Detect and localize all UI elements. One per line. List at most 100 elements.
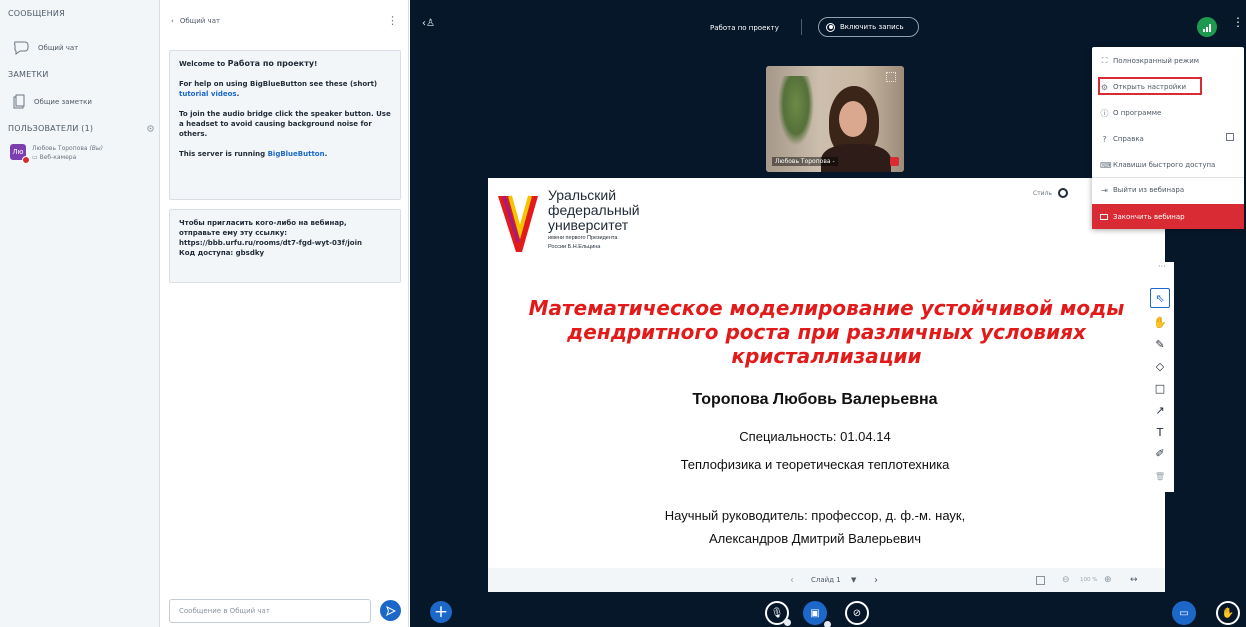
video-button[interactable]: ▣ [803, 601, 831, 627]
next-slide-icon[interactable]: › [874, 575, 878, 586]
avatar-initials: Лю [12, 148, 24, 156]
invite-message: Чтобы пригласить кого-либо на вебинар, о… [169, 209, 401, 283]
menu-settings-label: Открыть настройки [1113, 83, 1187, 91]
screenshare-off-icon: ⊘ [852, 607, 862, 619]
send-button[interactable] [380, 600, 401, 621]
university-line-3: университет [548, 217, 629, 233]
gear-icon: ⚙ [1100, 82, 1109, 92]
sidebar-item-public-chat[interactable]: Общий чат [12, 40, 78, 56]
notes-section-title: ЗАМЕТКИ [8, 70, 49, 79]
external-link-icon [1226, 133, 1234, 141]
audio-settings-dot[interactable] [784, 619, 791, 626]
hand-icon: ✋ [1221, 607, 1235, 619]
logout-icon: ⇥ [1101, 185, 1108, 195]
invite-code: Код доступа: gbsdky [179, 249, 265, 257]
help-icon: ? [1102, 134, 1107, 144]
style-picker[interactable]: Стиль [1023, 182, 1083, 204]
chat-bubble-icon [14, 41, 29, 55]
muted-mic-icon [22, 156, 30, 164]
menu-about-label: О программе [1113, 109, 1162, 117]
user-name: Любовь Торопова [32, 145, 88, 152]
text-tool-icon[interactable]: T [1150, 422, 1170, 442]
record-label: Включить запись [840, 23, 904, 31]
avatar: Лю [10, 144, 30, 164]
zoom-out-icon[interactable]: ⊖ [1062, 575, 1070, 585]
slide-author: Торопова Любовь Валерьевна [692, 391, 938, 408]
sidebar: СООБЩЕНИЯ Общий чат ЗАМЕТКИ Общие заметк… [0, 0, 160, 627]
user-list-item[interactable]: Лю Любовь Торопова (Вы) ▭ Веб-камера [10, 144, 103, 164]
server-text: This server is running [179, 150, 268, 158]
presentation-toggle-button[interactable]: ▭ [1172, 601, 1196, 625]
camera-icon: ▣ [810, 607, 820, 619]
slide-selector[interactable]: Слайд 1 [811, 576, 841, 584]
arrow-tool-icon[interactable]: ↗ [1150, 400, 1170, 420]
public-chat-label: Общий чат [38, 44, 79, 52]
pencil-tool-icon[interactable]: ✎ [1150, 334, 1170, 354]
users-settings-gear-icon[interactable] [146, 124, 155, 133]
user-status: Веб-камера [39, 154, 77, 161]
menu-shortcuts-label: Клавиши быстрого доступа [1113, 161, 1216, 169]
end-meeting-button[interactable]: Закончить вебинар [1092, 204, 1244, 229]
help-text: For help on using BigBlueButton see thes… [179, 80, 378, 88]
slide-specialty: Специальность: 01.04.14 [739, 429, 891, 444]
signal-bar-icon [1203, 29, 1205, 32]
menu-item-settings[interactable]: ⚙ Открыть настройки [1100, 80, 1186, 94]
sidebar-item-shared-notes[interactable]: Общие заметки [12, 94, 92, 110]
webcam-status-icon: ▭ [32, 154, 38, 161]
screenshare-button[interactable]: ⊘ [845, 601, 869, 625]
menu-item-fullscreen[interactable]: ⛶ Полноэкранный режим [1100, 54, 1199, 68]
webcam-plant [778, 76, 814, 146]
info-icon: ⓘ [1100, 108, 1109, 118]
eraser-tool-icon[interactable]: ◇ [1150, 356, 1170, 376]
menu-help-label: Справка [1113, 135, 1144, 143]
record-button[interactable]: Включить запись [818, 17, 919, 37]
menu-item-shortcuts[interactable]: ⌨ Клавиши быстрого доступа [1100, 158, 1215, 172]
menu-item-about[interactable]: ⓘ О программе [1100, 106, 1162, 120]
end-meeting-icon [1100, 213, 1108, 220]
menu-item-leave[interactable]: ⇥ Выйти из вебинара [1100, 183, 1184, 197]
raise-hand-button[interactable]: ✋ [1216, 601, 1240, 625]
chevron-down-icon[interactable]: ▼ [851, 576, 856, 584]
chat-options-icon[interactable]: ⋮ [387, 14, 398, 27]
presentation-icon: ▭ [1179, 607, 1189, 619]
presentation-slide: Уральский федеральный университет имени … [488, 178, 1165, 568]
connection-status-button[interactable] [1197, 17, 1217, 37]
bbb-link[interactable]: BigBlueButton [268, 150, 325, 158]
menu-item-help[interactable]: ? Справка [1100, 132, 1144, 146]
more-tools-icon[interactable]: ··· [1158, 262, 1166, 271]
slide-navigation-bar: ‹ Слайд 1 ▼ › ⊖ 100 % ⊕ ↔ [488, 568, 1165, 592]
chat-message-input[interactable]: Сообщение в Общий чат [169, 599, 371, 623]
video-settings-dot[interactable] [824, 621, 831, 627]
previous-slide-icon[interactable]: ‹ [790, 575, 794, 586]
audio-button[interactable]: 🎙 [765, 601, 791, 626]
fullscreen-icon[interactable] [886, 72, 896, 82]
university-name: Уральский федеральный университет имени … [548, 188, 640, 251]
university-line-2: федеральный [548, 202, 640, 218]
hand-tool-icon[interactable]: ✋ [1150, 312, 1170, 332]
note-tool-icon[interactable]: ✐ [1150, 443, 1170, 463]
university-line-1: Уральский [548, 187, 617, 203]
options-menu-icon[interactable]: ⋮ [1232, 15, 1244, 29]
select-tool-icon[interactable]: ⇖ [1150, 288, 1170, 308]
invite-link[interactable]: https://bbb.urfu.ru/rooms/dt7-fgd-wyt-03… [179, 239, 362, 247]
fit-page-icon[interactable] [1036, 575, 1045, 585]
style-label: Стиль [1033, 189, 1052, 197]
zoom-level: 100 % [1080, 577, 1098, 583]
keyboard-icon: ⌨ [1100, 160, 1112, 170]
tutorial-link[interactable]: tutorial videos [179, 90, 237, 98]
meeting-title: Работа по проекту [710, 24, 779, 32]
slide-title: Математическое моделирование устойчивой … [528, 296, 1125, 368]
zoom-in-icon[interactable]: ⊕ [1104, 575, 1112, 585]
webcam-video[interactable]: Любовь Торопова - [766, 66, 904, 172]
chat-title: Общий чат [179, 17, 221, 25]
rectangle-tool-icon[interactable]: □ [1150, 378, 1170, 398]
fit-width-icon[interactable]: ↔ [1130, 575, 1138, 585]
chat-panel: ‹ Общий чат ⋮ Welcome to Работа по проек… [161, 0, 409, 627]
fullscreen-icon: ⛶ [1101, 56, 1108, 65]
menu-end-label: Закончить вебинар [1113, 212, 1185, 221]
chat-back-button[interactable]: ‹ Общий чат [171, 17, 220, 25]
notes-icon [13, 94, 25, 109]
toggle-userlist-icon[interactable]: ‹♙ [422, 18, 435, 29]
actions-button[interactable]: + [430, 601, 452, 623]
delete-tool-icon[interactable]: 🗑 [1150, 466, 1170, 486]
